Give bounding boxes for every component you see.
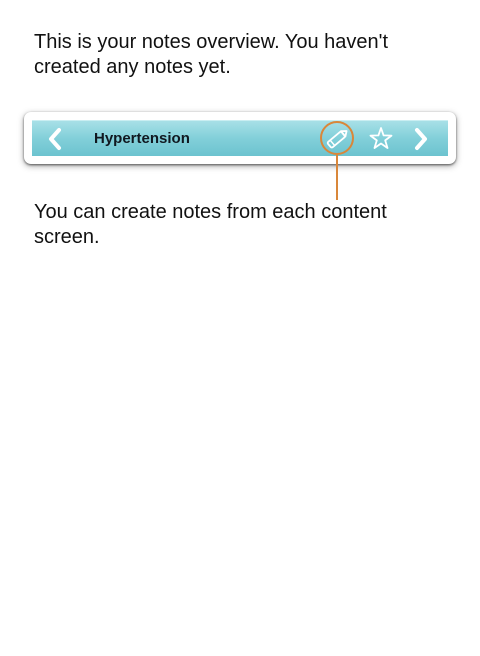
back-button[interactable] — [44, 125, 66, 153]
notes-overview-message: This is your notes overview. You haven't… — [34, 31, 389, 78]
toolbar-preview: Hypertension — [24, 112, 456, 164]
forward-button[interactable] — [410, 125, 432, 153]
content-toolbar: Hypertension — [32, 120, 448, 156]
chevron-right-icon — [415, 128, 427, 150]
chevron-left-icon — [49, 128, 61, 150]
callout-line — [336, 155, 338, 200]
favorite-button[interactable] — [367, 125, 395, 153]
pencil-highlight-ring — [320, 121, 354, 155]
star-icon — [369, 127, 393, 149]
create-notes-hint: You can create notes from each content s… — [34, 201, 387, 248]
toolbar-title: Hypertension — [94, 130, 190, 147]
